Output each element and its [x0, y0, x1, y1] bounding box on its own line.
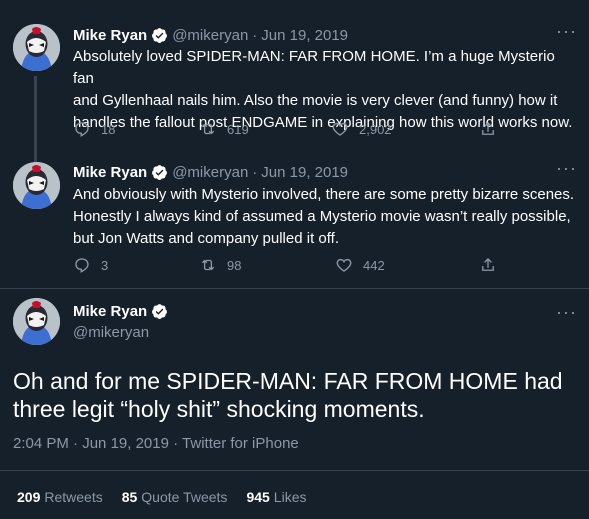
- likes-count: 945: [246, 489, 270, 505]
- main-tweet-text: Oh and for me SPIDER-MAN: FAR FROM HOME …: [13, 368, 563, 422]
- tweet-source[interactable]: Twitter for iPhone: [182, 435, 299, 452]
- author-handle[interactable]: @mikeryan: [73, 324, 149, 341]
- tweet-date[interactable]: Jun 19, 2019: [261, 164, 348, 181]
- likes-stat[interactable]: 945 Likes: [246, 489, 306, 505]
- thread-tweet-2[interactable]: Mike Ryan @mikeryan · Jun 19, 2019 ··· A…: [0, 150, 589, 288]
- like-count: 442: [363, 257, 385, 273]
- reply-button[interactable]: 18: [73, 120, 115, 138]
- divider: [0, 288, 589, 289]
- author-handle[interactable]: @mikeryan: [172, 27, 248, 44]
- reply-button[interactable]: 3: [73, 256, 108, 274]
- author-name[interactable]: Mike Ryan: [73, 303, 147, 320]
- tweet-actions: 18 619 2,902: [73, 120, 578, 140]
- verified-badge-icon: [151, 303, 168, 320]
- avatar[interactable]: [13, 162, 60, 209]
- share-button[interactable]: [479, 120, 507, 138]
- like-icon: [336, 258, 352, 272]
- author-name[interactable]: Mike Ryan: [73, 164, 147, 181]
- separator: ·: [73, 435, 79, 452]
- avatar[interactable]: [13, 24, 60, 71]
- more-icon[interactable]: ···: [556, 158, 577, 179]
- share-icon: [482, 258, 494, 271]
- like-icon: [332, 122, 348, 136]
- tweet-time[interactable]: 2:04 PM: [13, 435, 69, 452]
- retweet-icon: [202, 123, 214, 135]
- retweets-label: Retweets: [44, 489, 103, 505]
- tweet-actions: 3 98 442: [73, 256, 578, 276]
- retweets-count: 209: [17, 489, 41, 505]
- retweet-icon: [202, 259, 214, 271]
- retweet-button[interactable]: 619: [199, 120, 249, 138]
- like-button[interactable]: 442: [335, 256, 385, 274]
- more-icon[interactable]: ···: [556, 302, 577, 323]
- likes-label: Likes: [273, 489, 307, 505]
- verified-badge-icon: [151, 27, 168, 44]
- separator: ·: [173, 435, 179, 452]
- retweet-count: 619: [227, 121, 249, 137]
- reply-icon: [75, 258, 89, 273]
- verified-badge-icon: [151, 164, 168, 181]
- reply-count: 18: [101, 121, 116, 137]
- author-handle[interactable]: @mikeryan: [172, 164, 248, 181]
- separator: ·: [252, 26, 258, 44]
- retweet-button[interactable]: 98: [199, 256, 241, 274]
- author-name[interactable]: Mike Ryan: [73, 27, 147, 44]
- share-icon: [482, 122, 494, 135]
- avatar[interactable]: [13, 298, 60, 345]
- engagement-stats: 209 Retweets 85 Quote Tweets 945 Likes: [17, 489, 325, 505]
- tweet-date[interactable]: Jun 19, 2019: [261, 27, 348, 44]
- tweet-date[interactable]: Jun 19, 2019: [82, 435, 169, 452]
- separator: ·: [252, 163, 258, 181]
- quote-tweets-label: Quote Tweets: [141, 489, 228, 505]
- thread-tweet-1[interactable]: Mike Ryan @mikeryan · Jun 19, 2019 ··· A…: [0, 0, 589, 162]
- tweet-text: And obviously with Mysterio involved, th…: [73, 186, 575, 247]
- quote-tweets-count: 85: [121, 489, 138, 505]
- like-count: 2,902: [359, 121, 392, 137]
- like-button[interactable]: 2,902: [331, 120, 392, 138]
- reply-icon: [75, 122, 89, 137]
- share-button[interactable]: [479, 256, 507, 274]
- retweet-count: 98: [227, 257, 242, 273]
- reply-count: 3: [101, 257, 109, 273]
- quote-tweets-stat[interactable]: 85 Quote Tweets: [122, 489, 228, 505]
- retweets-stat[interactable]: 209 Retweets: [17, 489, 103, 505]
- tweet-metadata: 2:04 PM · Jun 19, 2019 · Twitter for iPh…: [13, 435, 299, 452]
- more-icon[interactable]: ···: [556, 21, 577, 42]
- divider: [0, 470, 589, 471]
